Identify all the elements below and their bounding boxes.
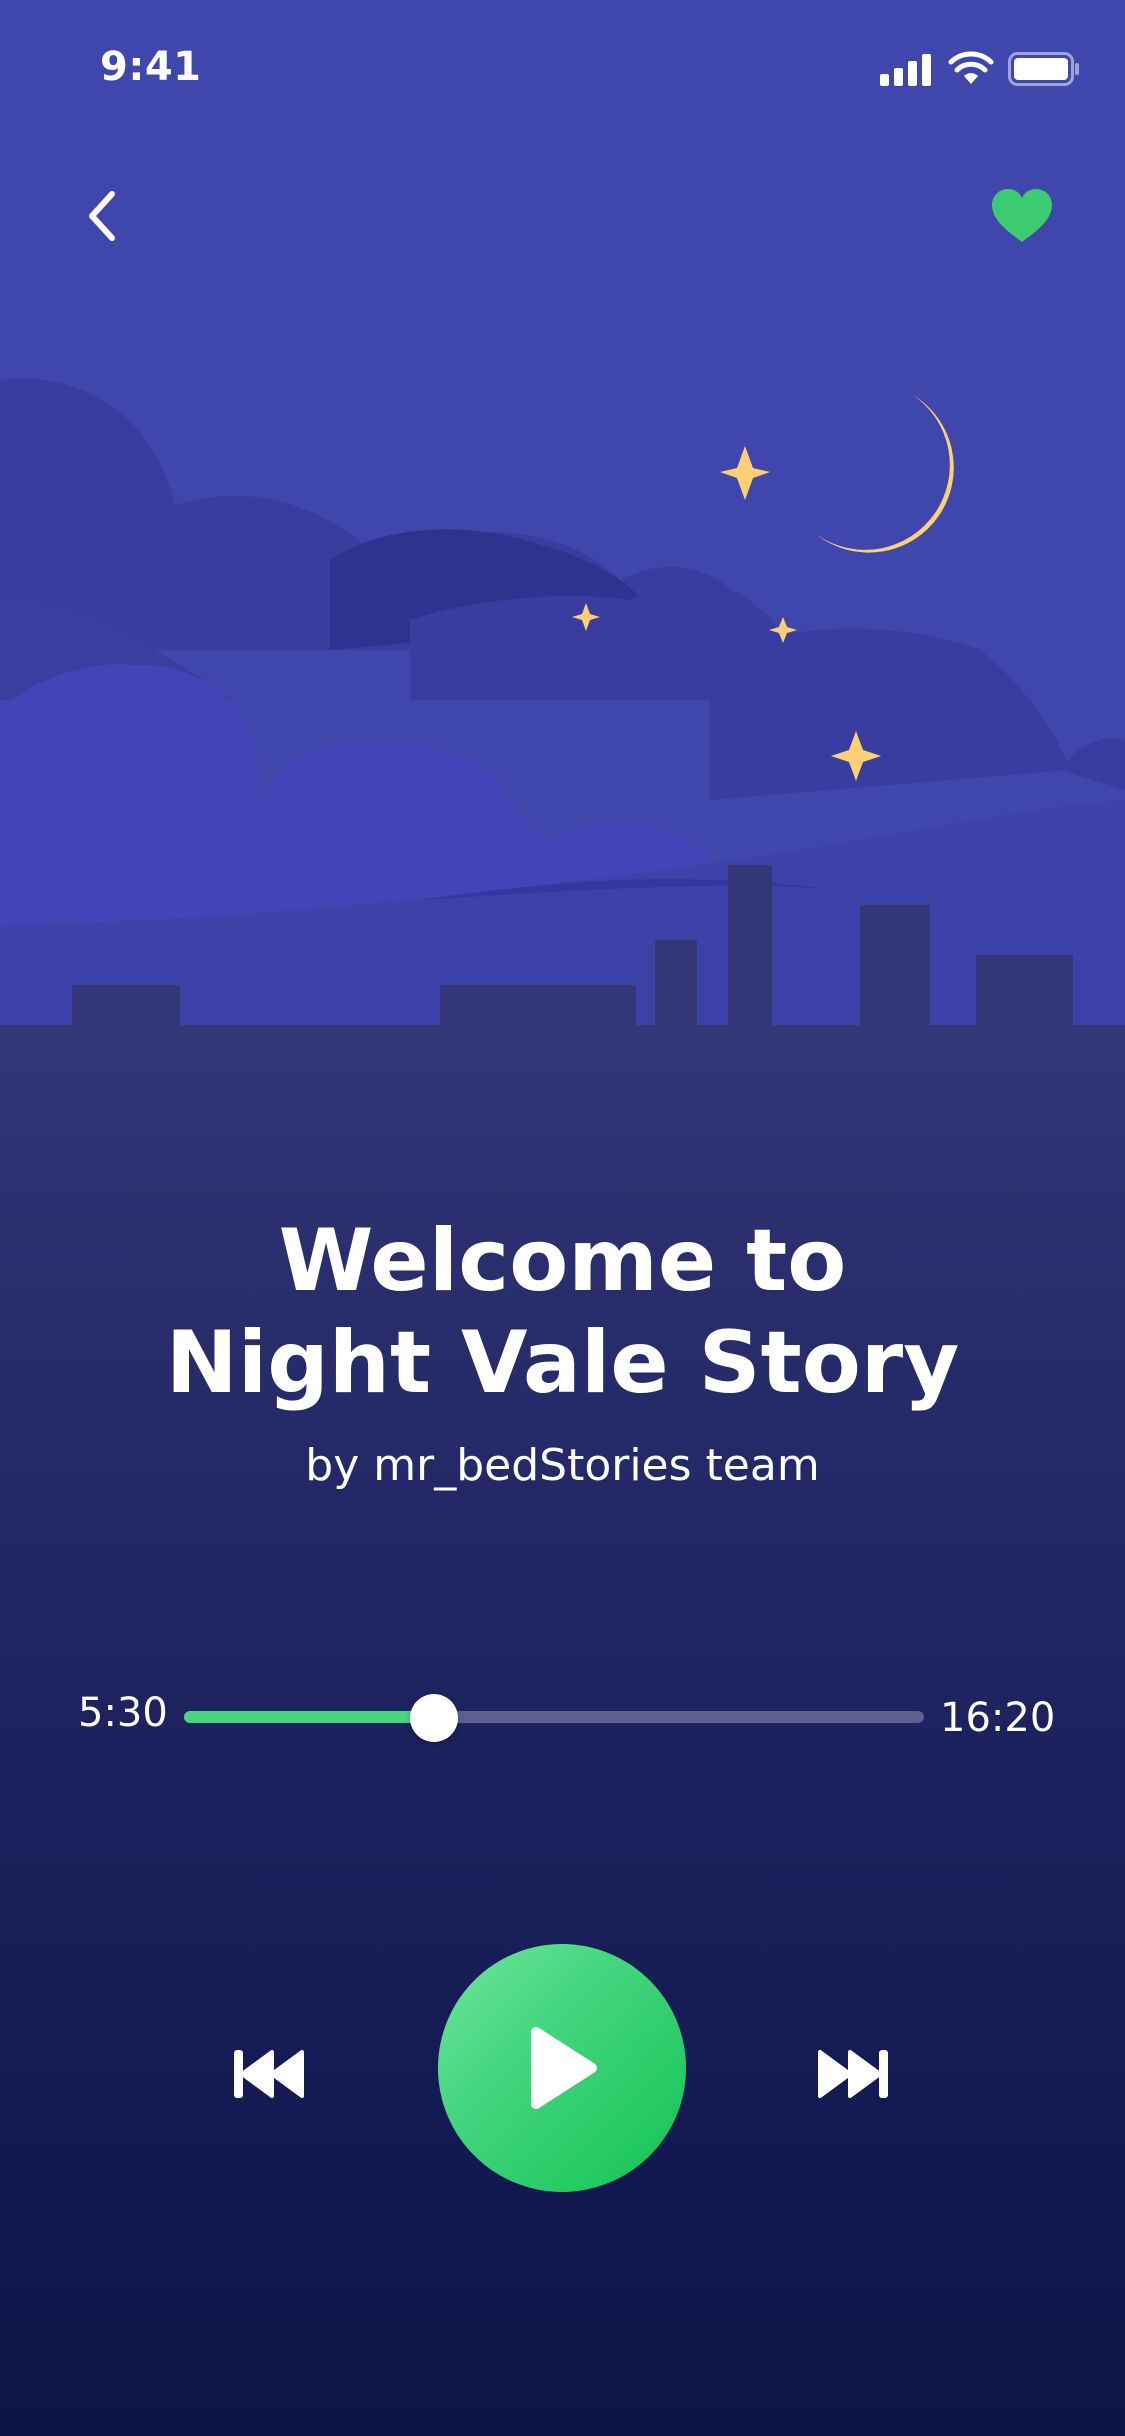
chevron-left-icon: [89, 191, 115, 241]
story-title-line-2: Night Vale Story: [165, 1313, 960, 1413]
night-city-illustration: [0, 378, 1125, 1040]
progress-thumb[interactable]: [410, 1694, 458, 1742]
favorite-button[interactable]: [990, 188, 1054, 244]
total-time: 16:20: [940, 1695, 1056, 1741]
story-author: by mr_bedStories team: [305, 1440, 820, 1491]
progress-track[interactable]: [184, 1711, 924, 1723]
signal-icon: [880, 54, 931, 86]
back-button[interactable]: [82, 186, 122, 246]
status-bar-time: 9:41: [100, 44, 202, 90]
elapsed-time: 5:30: [78, 1690, 168, 1736]
story-title-line-1: Welcome to: [278, 1211, 847, 1311]
forward-button[interactable]: [814, 2044, 894, 2104]
skip-forward-icon: [818, 2050, 888, 2098]
player-screen: 9:41 Welcome to Night Vale Story by mr_b…: [0, 0, 1125, 2436]
rewind-button[interactable]: [228, 2044, 308, 2104]
play-icon: [531, 2027, 597, 2109]
wifi-icon: [948, 51, 994, 84]
skip-back-icon: [234, 2050, 304, 2098]
battery-icon: [1008, 52, 1079, 86]
play-button[interactable]: [438, 1944, 686, 2192]
heart-icon: [992, 189, 1052, 242]
progress-fill: [184, 1711, 434, 1723]
story-title: Welcome to Night Vale Story: [0, 1210, 1125, 1414]
